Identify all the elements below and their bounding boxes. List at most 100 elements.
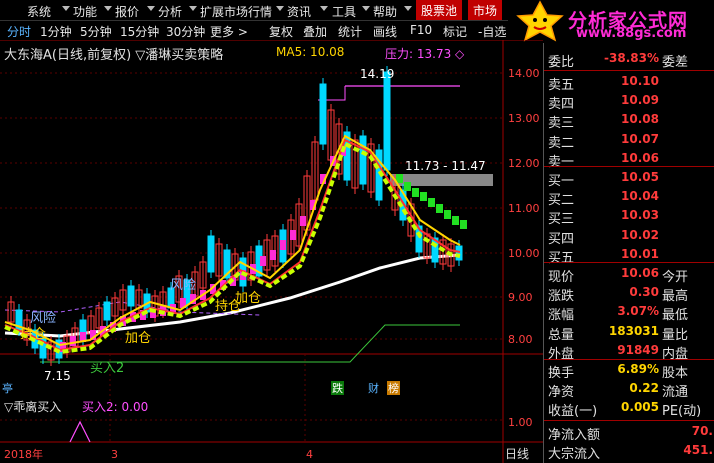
chart-title: 大东海A(日线,前复权) ▽潘琳买卖策略: [4, 48, 224, 63]
period-label[interactable]: 日线: [505, 447, 529, 461]
stat2-value: 0.005: [621, 400, 659, 415]
market-button[interactable]: 市场: [468, 0, 503, 20]
ytick: 10.00: [508, 247, 540, 260]
signal-bar: [260, 256, 266, 266]
tab-30min[interactable]: 30分钟: [166, 23, 205, 40]
pressure-text: 压力: 13.73: [385, 47, 452, 61]
flow-row: 净流入额 70.: [544, 424, 714, 443]
signal-bar-green: [460, 220, 467, 229]
sell-value: 10.08: [621, 112, 659, 127]
sell-label: 卖四: [548, 97, 575, 113]
tab-timeshare[interactable]: 分时: [7, 23, 31, 40]
quote-panel: 委比 -38.83% 委差 卖五 10.10 卖四 10.09 卖三 10.08 卖二 10.…: [543, 43, 714, 463]
tab-watchlist[interactable]: -自选: [478, 23, 506, 40]
tab-overlay[interactable]: 叠加: [303, 23, 327, 40]
buy-label: 买一: [548, 174, 575, 189]
add-label-2: 加仓: [235, 291, 261, 306]
ytick: 8.00: [508, 333, 533, 346]
stat-value: 91849: [617, 342, 659, 357]
menu-quote[interactable]: 报价: [115, 3, 139, 20]
stat-label2: 今开: [662, 270, 689, 285]
finance-marker[interactable]: 财: [368, 381, 379, 395]
ratio-extra: 委差: [662, 55, 689, 70]
period-tabs: 分时 1分钟 5分钟 15分钟 30分钟 更多 > 复权 叠加 统计 画线 F1…: [0, 22, 508, 40]
risk-label-1: 风险: [30, 311, 56, 326]
ratio-label: 委比: [548, 55, 575, 70]
buy-row: 买四 10.02: [544, 228, 714, 247]
ma5-value: MA5: 10.08: [276, 45, 345, 59]
flow-row: 大宗流入 451.: [544, 443, 714, 462]
signal-bar-green: [428, 198, 435, 207]
ytick: 13.00: [508, 112, 540, 125]
sell-row: 卖五 10.10: [544, 74, 714, 93]
stat-label2: 最高: [662, 289, 689, 305]
low-label: 7.15: [44, 369, 71, 383]
stat-row: 总量 183031 量比: [544, 324, 714, 343]
tab-1min[interactable]: 1分钟: [40, 23, 72, 40]
pressure-value: 压力: 13.73 ◇: [385, 45, 464, 62]
signal-bar-green: [444, 210, 451, 219]
stat-value: 0.30: [629, 285, 659, 300]
tab-15min[interactable]: 15分钟: [120, 23, 159, 40]
candle-body: [359, 135, 367, 185]
tab-mark[interactable]: 标记: [443, 23, 467, 40]
indicator-title[interactable]: ▽乖离买入: [4, 399, 61, 414]
candle-body: [383, 71, 391, 171]
signal-bar: [280, 240, 286, 250]
indicator-value: 买入2: 0.00: [82, 400, 148, 414]
sell-label: 卖二: [548, 135, 575, 151]
stat2-value: 0.22: [629, 381, 659, 396]
stat-value: 10.06: [621, 266, 659, 280]
menu-ext-market[interactable]: 扩展市场行情: [200, 3, 272, 20]
signal-bar-green: [412, 188, 419, 197]
stat-label: 现价: [548, 270, 575, 285]
sell-value: 10.06: [621, 150, 659, 165]
ytick: 14.00: [508, 67, 540, 80]
menu-function[interactable]: 功能: [73, 3, 97, 20]
stat2-row: 净资 0.22 流通: [544, 381, 714, 400]
sell-row: 卖二 10.07: [544, 132, 714, 151]
flow-value: 451.: [683, 443, 713, 458]
buy-row: 买一 10.05: [544, 170, 714, 189]
stat-row: 涨幅 3.07% 最低: [544, 304, 714, 323]
stock-pool-button[interactable]: 股票池: [416, 0, 463, 20]
rank-marker[interactable]: 榜: [388, 381, 399, 395]
candle-group: [7, 66, 463, 366]
stat-row: 现价 10.06 今开: [544, 266, 714, 285]
sell-value: 10.07: [621, 131, 659, 146]
stat-value: 183031: [608, 323, 659, 338]
tab-f10[interactable]: F10: [410, 23, 432, 37]
buy-label: 买二: [548, 193, 575, 209]
stat2-value: 6.89%: [617, 362, 659, 376]
candle-body: [103, 301, 111, 321]
flow-label: 大宗流入: [548, 447, 601, 463]
dropdown-arrow-icon: [276, 6, 284, 11]
tab-draw[interactable]: 画线: [373, 23, 397, 40]
dropdown-arrow-icon: [404, 6, 412, 11]
menu-analysis[interactable]: 分析: [158, 3, 182, 20]
kline-chart[interactable]: 14.19 11.73 - 11.47 7.15 风险 风险 持仓 持仓 加仓 …: [0, 40, 543, 463]
menu-news[interactable]: 资讯: [287, 3, 311, 20]
signal-bar: [290, 230, 296, 240]
brand-url: www.88gs.com: [576, 26, 687, 41]
menu-help[interactable]: 帮助: [373, 3, 397, 20]
signal-bar: [70, 336, 76, 346]
tab-more[interactable]: 更多 >: [210, 23, 248, 40]
signal-bar: [300, 216, 306, 226]
stat2-label2: 股本: [662, 366, 689, 381]
menu-tools[interactable]: 工具: [332, 3, 356, 20]
dropdown-arrow-icon: [147, 6, 155, 11]
tab-adjust[interactable]: 复权: [269, 23, 293, 40]
tab-5min[interactable]: 5分钟: [80, 23, 112, 40]
stat-label: 总量: [548, 327, 575, 343]
diamond-icon: ◇: [455, 47, 465, 61]
tab-stats[interactable]: 统计: [338, 23, 362, 40]
stat2-label: 收益(一): [548, 404, 598, 420]
stat-label2: 最低: [662, 308, 689, 324]
ytick: 12.00: [508, 157, 540, 170]
buy-value: 10.05: [621, 170, 659, 184]
stat2-row: 换手 6.89% 股本: [544, 362, 714, 381]
stat2-row: 收益(一) 0.005 PE(动): [544, 400, 714, 419]
brand-logo: 分析家公式网 www.88gs.com: [508, 0, 714, 42]
menu-system[interactable]: 系统: [27, 3, 51, 20]
